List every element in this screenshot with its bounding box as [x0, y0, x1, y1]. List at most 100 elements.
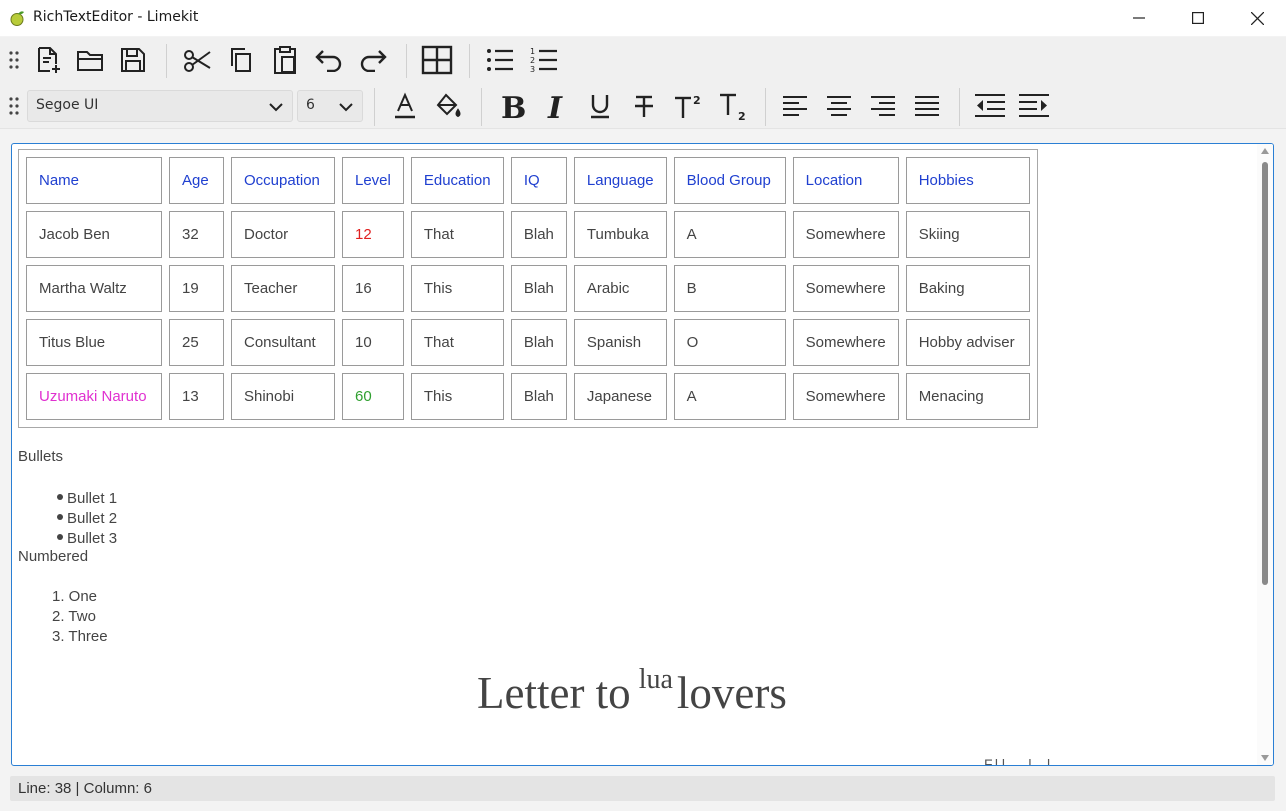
- superscript-button[interactable]: 2: [670, 88, 706, 124]
- table-header-cell[interactable]: Name: [26, 157, 162, 204]
- undo-icon: [315, 50, 342, 72]
- maximize-button[interactable]: [1169, 0, 1227, 36]
- new-file-button[interactable]: [30, 42, 66, 78]
- close-button[interactable]: [1228, 0, 1286, 36]
- open-folder-button[interactable]: [72, 42, 108, 78]
- table-cell[interactable]: Menacing: [905, 373, 1030, 420]
- heading-text: lovers: [676, 668, 787, 718]
- table-cell[interactable]: A: [673, 373, 786, 420]
- table-cell[interactable]: O: [673, 319, 786, 366]
- table-row: Titus Blue 25 Consultant 10 That Blah Sp…: [26, 319, 1030, 366]
- italic-button[interactable]: I: [538, 88, 574, 124]
- data-table[interactable]: Name Age Occupation Level Education IQ L…: [18, 149, 1038, 428]
- table-cell[interactable]: Somewhere: [792, 373, 899, 420]
- table-cell[interactable]: Spanish: [573, 319, 667, 366]
- toolbar-grip-icon[interactable]: [9, 50, 19, 70]
- font-color-button[interactable]: [387, 88, 423, 124]
- table-cell[interactable]: This: [410, 373, 504, 420]
- table-cell[interactable]: Martha Waltz: [26, 265, 162, 312]
- list-item: Bullet 2: [57, 509, 117, 529]
- table-cell[interactable]: Blah: [510, 265, 567, 312]
- table-cell[interactable]: That: [410, 319, 504, 366]
- redo-icon: [360, 50, 387, 72]
- justify-button[interactable]: [909, 88, 945, 124]
- table-cell[interactable]: This: [410, 265, 504, 312]
- bullet-list-button[interactable]: [482, 42, 518, 78]
- table-cell[interactable]: Hobby adviser: [905, 319, 1030, 366]
- table-header-cell[interactable]: Language: [573, 157, 667, 204]
- table-cell[interactable]: That: [410, 211, 504, 258]
- cutoff-text-line: F.l.l. .. .l . .l: [984, 756, 1051, 766]
- svg-text:2: 2: [693, 94, 701, 107]
- fill-color-button[interactable]: [431, 88, 467, 124]
- table-cell[interactable]: Doctor: [231, 211, 335, 258]
- align-left-button[interactable]: [777, 88, 813, 124]
- table-cell[interactable]: Consultant: [231, 319, 335, 366]
- increase-indent-button[interactable]: [1016, 88, 1052, 124]
- table-cell[interactable]: Blah: [510, 211, 567, 258]
- scroll-down-arrow-icon[interactable]: [1261, 755, 1269, 761]
- table-cell[interactable]: Blah: [510, 319, 567, 366]
- scroll-up-arrow-icon[interactable]: [1261, 148, 1269, 154]
- table-cell[interactable]: Somewhere: [792, 265, 899, 312]
- table-header-cell[interactable]: Location: [792, 157, 899, 204]
- decrease-indent-button[interactable]: [972, 88, 1008, 124]
- subscript-button[interactable]: 2: [715, 88, 751, 124]
- table-cell[interactable]: Teacher: [231, 265, 335, 312]
- font-size-select[interactable]: 6: [297, 90, 363, 122]
- table-cell[interactable]: 32: [169, 211, 224, 258]
- numbered-list-button[interactable]: 1 2 3: [526, 42, 562, 78]
- table-cell[interactable]: Titus Blue: [26, 319, 162, 366]
- insert-table-button[interactable]: [419, 42, 455, 78]
- table-header-cell[interactable]: Hobbies: [905, 157, 1030, 204]
- table-header-cell[interactable]: Age: [169, 157, 224, 204]
- redo-button[interactable]: [355, 42, 391, 78]
- table-header-cell[interactable]: Level: [342, 157, 404, 204]
- table-cell[interactable]: Shinobi: [231, 373, 335, 420]
- table-cell[interactable]: Jacob Ben: [26, 211, 162, 258]
- heading-superscript: lua: [638, 664, 673, 695]
- table-header-cell[interactable]: Occupation: [231, 157, 335, 204]
- table-cell[interactable]: 25: [169, 319, 224, 366]
- table-cell[interactable]: Japanese: [573, 373, 667, 420]
- toolbar-grip-icon[interactable]: [9, 96, 19, 116]
- table-cell[interactable]: Baking: [905, 265, 1030, 312]
- strikethrough-button[interactable]: [626, 88, 662, 124]
- table-cell[interactable]: 12: [342, 211, 404, 258]
- table-cell[interactable]: 13: [169, 373, 224, 420]
- table-cell[interactable]: Uzumaki Naruto: [26, 373, 162, 420]
- table-cell[interactable]: Blah: [510, 373, 567, 420]
- toolbar-separator: [166, 44, 167, 78]
- table-row: Martha Waltz 19 Teacher 16 This Blah Ara…: [26, 265, 1030, 312]
- paste-button[interactable]: [267, 42, 303, 78]
- align-right-button[interactable]: [865, 88, 901, 124]
- table-cell[interactable]: 19: [169, 265, 224, 312]
- table-cell[interactable]: Arabic: [573, 265, 667, 312]
- cut-button[interactable]: [179, 42, 215, 78]
- underline-button[interactable]: [582, 88, 618, 124]
- table-cell[interactable]: Tumbuka: [573, 211, 667, 258]
- table-cell[interactable]: Skiing: [905, 211, 1030, 258]
- table-header-cell[interactable]: Education: [410, 157, 504, 204]
- save-button[interactable]: [115, 42, 151, 78]
- table-cell[interactable]: Somewhere: [792, 211, 899, 258]
- copy-button[interactable]: [223, 42, 259, 78]
- table-cell[interactable]: 10: [342, 319, 404, 366]
- align-center-button[interactable]: [821, 88, 857, 124]
- vertical-scrollbar[interactable]: [1257, 144, 1273, 765]
- font-family-select[interactable]: Segoe UI: [27, 90, 293, 122]
- table-cell[interactable]: B: [673, 265, 786, 312]
- bold-button[interactable]: B: [494, 88, 530, 124]
- table-cell[interactable]: Somewhere: [792, 319, 899, 366]
- table-cell[interactable]: A: [673, 211, 786, 258]
- table-header-cell[interactable]: Blood Group: [673, 157, 786, 204]
- undo-button[interactable]: [311, 42, 347, 78]
- table-cell[interactable]: 60: [342, 373, 404, 420]
- list-item: Bullet 3: [57, 529, 117, 549]
- table-header-row: Name Age Occupation Level Education IQ L…: [26, 157, 1030, 204]
- minimize-button[interactable]: [1110, 0, 1168, 36]
- table-cell[interactable]: 16: [342, 265, 404, 312]
- table-header-cell[interactable]: IQ: [510, 157, 567, 204]
- scrollbar-thumb[interactable]: [1262, 162, 1268, 585]
- rich-text-editor[interactable]: Name Age Occupation Level Education IQ L…: [11, 143, 1274, 766]
